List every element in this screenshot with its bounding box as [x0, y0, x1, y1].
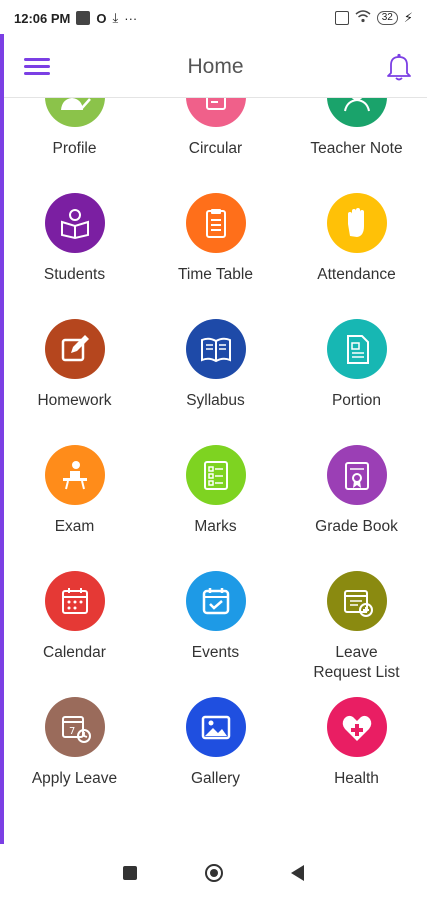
leave-request-icon — [343, 590, 373, 617]
time-table-icon — [205, 209, 226, 238]
tile-syllabus[interactable]: Syllabus — [145, 319, 286, 411]
tile-icon-circle — [185, 445, 246, 505]
tile-gallery[interactable]: Gallery — [145, 697, 286, 789]
tile-label: Circular — [188, 140, 243, 157]
svg-text:7: 7 — [69, 726, 75, 737]
tile-students[interactable]: Students — [4, 193, 145, 285]
recents-square-icon[interactable] — [123, 866, 137, 880]
tile-events[interactable]: Events — [145, 571, 286, 663]
tile-label: Grade Book — [315, 518, 398, 535]
t-box-icon — [76, 11, 91, 25]
tile-label: Homework — [37, 392, 112, 409]
tile-icon-circle — [326, 319, 387, 379]
health-icon — [342, 715, 371, 741]
tile-label: Exam — [54, 518, 95, 535]
status-bar: 12:06 PM O ⤓ ··· 32 ⚡ — [0, 0, 427, 36]
tile-label: Events — [191, 644, 240, 661]
status-time: 12:06 PM — [14, 10, 71, 26]
syllabus-book-icon — [200, 337, 231, 363]
wifi-icon — [355, 10, 371, 26]
tile-label: Calendar — [43, 644, 106, 661]
hamburger-icon — [24, 58, 50, 61]
tile-exam[interactable]: Exam — [4, 445, 145, 537]
tile-label: Gallery — [190, 770, 241, 787]
tile-icon-circle — [326, 193, 387, 253]
marks-icon — [203, 461, 228, 490]
grade-book-icon — [344, 462, 369, 490]
notifications-button[interactable] — [385, 52, 413, 82]
events-icon — [202, 588, 229, 615]
tile-label: Syllabus — [186, 392, 245, 409]
tile-time-table[interactable]: Time Table — [145, 193, 286, 285]
tile-label: Marks — [194, 518, 237, 535]
tile-label: Health — [334, 770, 379, 787]
tile-label: Apply Leave — [31, 770, 118, 787]
tile-icon-circle — [185, 571, 246, 631]
battery-icon: 32 — [376, 11, 398, 25]
tile-icon-circle — [326, 697, 387, 757]
circular-icon — [205, 98, 226, 110]
profile-icon — [60, 98, 91, 110]
tile-health[interactable]: Health — [286, 697, 427, 789]
tile-icon-circle — [44, 445, 105, 505]
status-right: 32 ⚡ — [334, 10, 413, 26]
tile-label: Profile — [52, 140, 97, 157]
page-title: Home — [187, 54, 244, 78]
tile-icon-circle — [185, 319, 246, 379]
tile-label: Portion — [331, 392, 382, 409]
portion-icon — [346, 335, 369, 364]
calendar-icon — [61, 588, 88, 614]
system-nav-bar — [0, 846, 427, 900]
tile-label: Attendance — [317, 266, 396, 283]
tile-profile[interactable]: Profile — [4, 98, 145, 159]
tile-label: Time Table — [178, 266, 253, 283]
home-circle-icon[interactable] — [205, 864, 223, 882]
tile-icon-circle — [185, 193, 246, 253]
tile-apply-leave[interactable]: 7 Apply Leave — [4, 697, 145, 789]
tile-icon-circle — [44, 98, 105, 127]
tile-icon-circle — [44, 193, 105, 253]
charging-icon: ⚡ — [403, 10, 413, 25]
students-icon — [60, 209, 89, 240]
tile-label: Teacher Note — [310, 140, 403, 157]
tile-marks[interactable]: Marks — [145, 445, 286, 537]
tile-icon-circle — [185, 98, 246, 127]
tile-icon-circle — [185, 697, 246, 757]
exam-icon — [62, 461, 87, 490]
tile-icon-circle — [326, 98, 387, 127]
tile-icon-circle: 7 — [44, 697, 105, 757]
download-icon: ⤓ — [112, 10, 119, 25]
back-triangle-icon[interactable] — [291, 865, 304, 881]
tile-icon-circle — [326, 445, 387, 505]
tile-teacher-note[interactable]: Teacher Note — [286, 98, 427, 159]
tile-label: Students — [43, 266, 106, 283]
tile-icon-circle — [44, 571, 105, 631]
teacher-note-icon — [343, 98, 370, 112]
app-header: Home — [4, 36, 427, 98]
module-grid: Profile Circular Teacher Note Students Time … — [4, 98, 427, 844]
tile-grade-book[interactable]: Grade Book — [286, 445, 427, 537]
tile-circular[interactable]: Circular — [145, 98, 286, 159]
more-dots-icon: ··· — [124, 10, 138, 26]
attendance-hand-icon — [347, 208, 364, 237]
sim-x-icon — [334, 11, 349, 25]
tile-homework[interactable]: Homework — [4, 319, 145, 411]
tile-attendance[interactable]: Attendance — [286, 193, 427, 285]
circle-o-icon: O — [96, 10, 107, 26]
apply-leave-icon: 7 — [61, 716, 91, 743]
tile-leave-request-list[interactable]: Leave Request List — [286, 571, 427, 683]
homework-icon — [61, 335, 89, 362]
tile-calendar[interactable]: Calendar — [4, 571, 145, 663]
tile-label: Leave Request List — [313, 644, 400, 681]
menu-button[interactable] — [24, 55, 54, 79]
tile-portion[interactable]: Portion — [286, 319, 427, 411]
tile-icon-circle — [44, 319, 105, 379]
status-left: 12:06 PM O ⤓ ··· — [14, 10, 137, 26]
gallery-icon — [201, 715, 230, 740]
bell-icon — [387, 53, 411, 81]
tile-icon-circle — [326, 571, 387, 631]
